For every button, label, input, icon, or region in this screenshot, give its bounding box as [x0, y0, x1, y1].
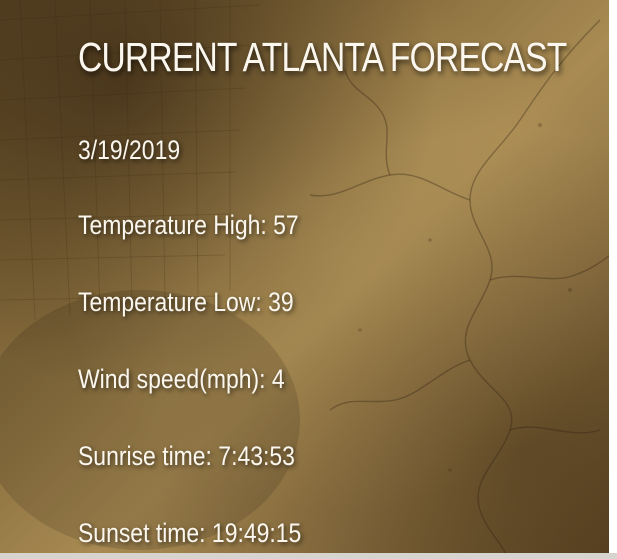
page-right-edge [609, 0, 617, 559]
wind-speed: Wind speed(mph): 4 [78, 364, 285, 394]
antique-map-background [0, 0, 617, 559]
sunset-time: Sunset time: 19:49:15 [78, 518, 302, 548]
page-bottom-edge [0, 553, 617, 559]
temperature-low: Temperature Low: 39 [78, 287, 294, 317]
page-title: CURRENT ATLANTA FORECAST [78, 34, 567, 80]
forecast-date: 3/19/2019 [78, 135, 181, 165]
temperature-high: Temperature High: 57 [78, 210, 299, 240]
sunrise-time: Sunrise time: 7:43:53 [78, 441, 295, 471]
